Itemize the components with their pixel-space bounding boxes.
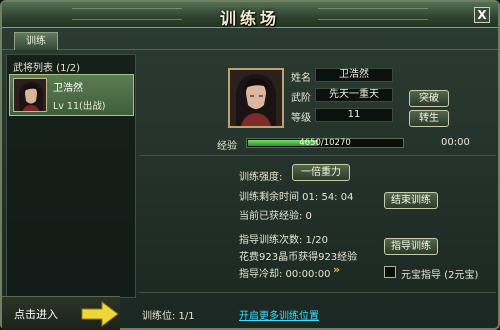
- divider: [139, 292, 496, 293]
- tab-training[interactable]: 训练: [14, 32, 58, 50]
- tab-bar: 训练: [2, 30, 498, 50]
- general-list-title: 武将列表 (1/2): [13, 63, 81, 74]
- end-training-button[interactable]: 结束训练: [384, 192, 438, 209]
- rank-value: 先天一重天: [315, 88, 393, 102]
- close-button[interactable]: X: [474, 7, 490, 23]
- title-bar: 训练场 X: [2, 2, 498, 28]
- guidance-cost: 花费923晶币获得923经验: [239, 252, 358, 263]
- guidance-cooldown: 指导冷却: 00:00:00: [239, 269, 331, 280]
- experience-bar: 4650/10270: [246, 138, 404, 148]
- enter-button[interactable]: 点击进入: [2, 296, 120, 330]
- general-list-item[interactable]: 卫浩然 Lv 11(出战): [9, 74, 134, 116]
- guidance-count: 指导训练次数: 1/20: [239, 235, 329, 246]
- experience-text: 4650/10270: [299, 138, 351, 148]
- remaining-time: 训练剩余时间 01: 54: 04: [239, 192, 354, 203]
- ingot-guidance-label: 元宝指导 (2元宝): [401, 270, 479, 281]
- arrow-right-icon: [81, 301, 119, 327]
- rebirth-button[interactable]: 转生: [409, 110, 449, 127]
- training-window: 训练场 X 训练 武将列表 (1/2) 卫浩然 Lv 11(出战) 点击进入 姓…: [0, 0, 500, 330]
- level-label: 等级: [291, 113, 311, 124]
- guided-training-button[interactable]: 指导训练: [384, 238, 438, 255]
- breakthrough-button[interactable]: 突破: [409, 90, 449, 107]
- training-slots: 训练位: 1/1: [142, 311, 195, 322]
- experience-label: 经验: [217, 141, 237, 152]
- level-value: 11: [315, 108, 393, 122]
- chevron-right-icon: »: [333, 263, 341, 276]
- rank-label: 武阶: [291, 93, 311, 104]
- general-list-panel: 武将列表 (1/2) 卫浩然 Lv 11(出战): [6, 54, 136, 298]
- general-name: 卫浩然: [53, 83, 83, 94]
- name-value: 卫浩然: [315, 68, 393, 82]
- enter-button-label: 点击进入: [14, 308, 58, 321]
- ingot-guidance-checkbox[interactable]: [384, 266, 396, 278]
- intensity-label: 训练强度:: [239, 172, 283, 183]
- experience-timer: 00:00: [441, 137, 470, 148]
- gained-experience: 当前已获经验: 0: [239, 211, 312, 222]
- general-portrait: [228, 68, 284, 128]
- general-avatar: [13, 78, 47, 112]
- name-label: 姓名: [291, 73, 311, 84]
- intensity-button[interactable]: 一倍重力: [292, 164, 350, 181]
- general-level: Lv 11(出战): [53, 101, 106, 112]
- unlock-slots-link[interactable]: 开启更多训练位置: [239, 307, 319, 322]
- divider: [139, 155, 496, 156]
- training-panel: 姓名 卫浩然 武阶 先天一重天 等级 11 突破 转生 经验 4650/1027…: [139, 54, 496, 328]
- window-title: 训练场: [219, 9, 280, 28]
